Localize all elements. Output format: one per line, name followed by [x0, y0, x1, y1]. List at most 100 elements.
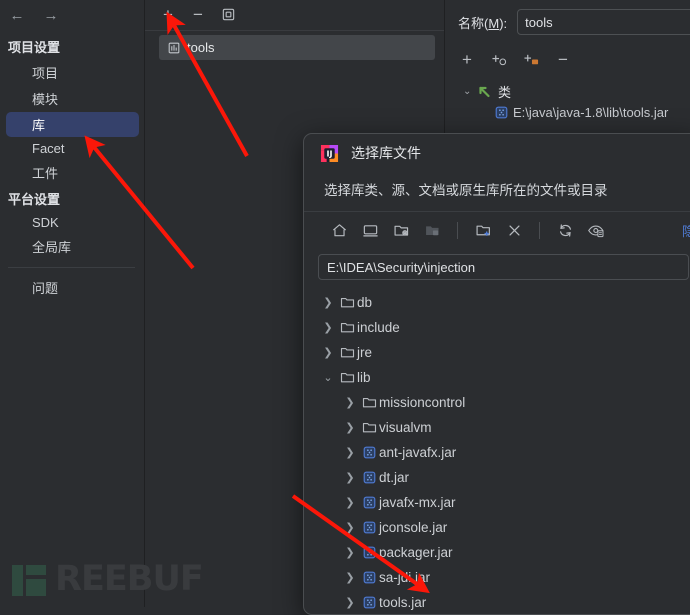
folder-icon: [338, 320, 357, 335]
sidebar-group-project-settings: 项目设置: [8, 40, 61, 55]
file-tree-row[interactable]: ❯ ant-javafx.jar: [304, 440, 690, 465]
library-toolbar-separator: [145, 30, 445, 31]
jar-icon: [360, 471, 379, 484]
library-list-item-label: tools: [187, 40, 215, 55]
file-tree-row-label: jre: [357, 345, 373, 360]
sidebar-item-global-libraries[interactable]: 全局库: [6, 234, 139, 259]
file-tree-row-label: tools.jar: [379, 595, 427, 610]
delete-icon[interactable]: [505, 221, 523, 239]
add-library-button[interactable]: +: [159, 5, 177, 23]
file-tree-row-label: ant-javafx.jar: [379, 445, 457, 460]
jar-icon: [360, 571, 379, 584]
chevron-down-icon[interactable]: ⌄: [318, 371, 338, 384]
chevron-right-icon[interactable]: ❯: [340, 396, 360, 409]
refresh-icon[interactable]: [556, 221, 574, 239]
folder-icon: [360, 420, 379, 435]
sidebar-nav-arrows: ← →: [0, 0, 145, 30]
file-tree-row-label: include: [357, 320, 400, 335]
file-tree-row[interactable]: ❯ dt.jar: [304, 465, 690, 490]
file-tree-row[interactable]: ❯ sa-jdi.jar: [304, 565, 690, 590]
classes-arrow-icon: [477, 84, 493, 100]
new-folder-icon[interactable]: [474, 221, 492, 239]
remove-root-button[interactable]: −: [554, 50, 572, 68]
library-roots-toolbar: + −: [445, 44, 690, 74]
sidebar-item-artifacts[interactable]: 工件: [6, 160, 139, 185]
chevron-right-icon[interactable]: ❯: [340, 446, 360, 459]
chevron-right-icon[interactable]: ❯: [340, 471, 360, 484]
chevron-right-icon[interactable]: ❯: [340, 571, 360, 584]
file-tree-row[interactable]: ❯ javafx-mx.jar: [304, 490, 690, 515]
hidden-files-toggle-label[interactable]: 隐: [682, 221, 690, 240]
path-input[interactable]: [318, 254, 689, 280]
dialog-subtitle: 选择库类、源、文档或原生库所在的文件或目录: [324, 183, 608, 198]
library-icon: [167, 41, 181, 55]
chevron-right-icon[interactable]: ❯: [318, 346, 338, 359]
folder-icon: [338, 345, 357, 360]
folder-icon: [338, 295, 357, 310]
sidebar-item-facets[interactable]: Facet: [6, 138, 139, 159]
chevron-right-icon[interactable]: ❯: [340, 546, 360, 559]
dialog-path-field-wrapper: [304, 248, 690, 288]
sidebar-item-problems[interactable]: 问题: [6, 275, 139, 300]
library-name-input[interactable]: [517, 9, 690, 35]
app-root: ← → 项目设置 项目 模块 库 Facet 工件 平台设置 SDK 全局库 问…: [0, 0, 690, 615]
jar-icon: [360, 596, 379, 609]
library-name-label: 名称(M):: [458, 15, 508, 31]
sidebar-item-project[interactable]: 项目: [6, 60, 139, 85]
jar-icon: [495, 106, 508, 119]
jar-icon: [360, 446, 379, 459]
file-tree-row[interactable]: ❯ missioncontrol: [304, 390, 690, 415]
show-hidden-files-icon[interactable]: [587, 221, 605, 239]
home-icon[interactable]: [330, 221, 348, 239]
forward-arrow-icon[interactable]: →: [42, 6, 60, 24]
chevron-right-icon[interactable]: ❯: [340, 521, 360, 534]
library-root-jar-entry[interactable]: E:\java\java-1.8\lib\tools.jar: [445, 103, 690, 122]
dialog-toolbar: 隐: [304, 212, 690, 248]
desktop-icon[interactable]: [361, 221, 379, 239]
dialog-title-label: 选择库文件: [351, 145, 421, 161]
remove-library-button[interactable]: −: [189, 5, 207, 23]
jar-icon: [360, 496, 379, 509]
sidebar-list: 项目设置 项目 模块 库 Facet 工件 平台设置 SDK 全局库 问题: [0, 30, 145, 300]
library-name-row: 名称(M):: [445, 0, 690, 44]
chevron-right-icon[interactable]: ❯: [340, 421, 360, 434]
file-tree-row[interactable]: ❯ visualvm: [304, 415, 690, 440]
add-dir-root-button[interactable]: [522, 50, 540, 68]
svg-text:IJ: IJ: [327, 149, 333, 158]
file-tree-row[interactable]: ❯ jre: [304, 340, 690, 365]
file-tree-row-label: db: [357, 295, 373, 310]
intellij-idea-icon: IJ: [320, 144, 339, 163]
copy-library-button[interactable]: [219, 5, 237, 23]
chevron-down-icon[interactable]: ⌄: [463, 86, 472, 97]
file-tree-row[interactable]: ❯ packager.jar: [304, 540, 690, 565]
library-list-item-tools[interactable]: tools: [159, 35, 435, 60]
chevron-right-icon[interactable]: ❯: [318, 321, 338, 334]
project-folder-icon[interactable]: [392, 221, 410, 239]
file-tree-row-label: dt.jar: [379, 470, 410, 485]
file-tree-row-label: missioncontrol: [379, 395, 466, 410]
chevron-right-icon[interactable]: ❯: [340, 596, 360, 609]
file-tree-row[interactable]: ❯ tools.jar: [304, 590, 690, 614]
sidebar-item-libraries[interactable]: 库: [6, 112, 139, 137]
chevron-right-icon[interactable]: ❯: [318, 296, 338, 309]
add-source-root-button[interactable]: [490, 50, 508, 68]
add-root-button[interactable]: +: [458, 50, 476, 68]
module-folder-icon[interactable]: [423, 221, 441, 239]
settings-sidebar: ← → 项目设置 项目 模块 库 Facet 工件 平台设置 SDK 全局库 问…: [0, 0, 145, 607]
file-tree-row-label: jconsole.jar: [379, 520, 448, 535]
file-tree-row-label: javafx-mx.jar: [379, 495, 456, 510]
chevron-right-icon[interactable]: ❯: [340, 496, 360, 509]
sidebar-item-sdks[interactable]: SDK: [6, 212, 139, 233]
file-tree-row-label: visualvm: [379, 420, 432, 435]
back-arrow-icon[interactable]: ←: [8, 6, 26, 24]
dialog-toolbar-separator-2: [539, 221, 540, 239]
sidebar-group-platform-settings: 平台设置: [8, 192, 61, 207]
file-tree-row[interactable]: ❯ db: [304, 290, 690, 315]
folder-icon: [338, 370, 357, 385]
file-tree-row[interactable]: ❯ include: [304, 315, 690, 340]
library-root-classes[interactable]: ⌄ 类: [445, 80, 690, 103]
file-tree-row[interactable]: ❯ jconsole.jar: [304, 515, 690, 540]
file-tree-row[interactable]: ⌄ lib: [304, 365, 690, 390]
library-roots-tree: ⌄ 类 E:\java\java-1.8\lib\tools.jar: [445, 74, 690, 122]
sidebar-item-modules[interactable]: 模块: [6, 86, 139, 111]
